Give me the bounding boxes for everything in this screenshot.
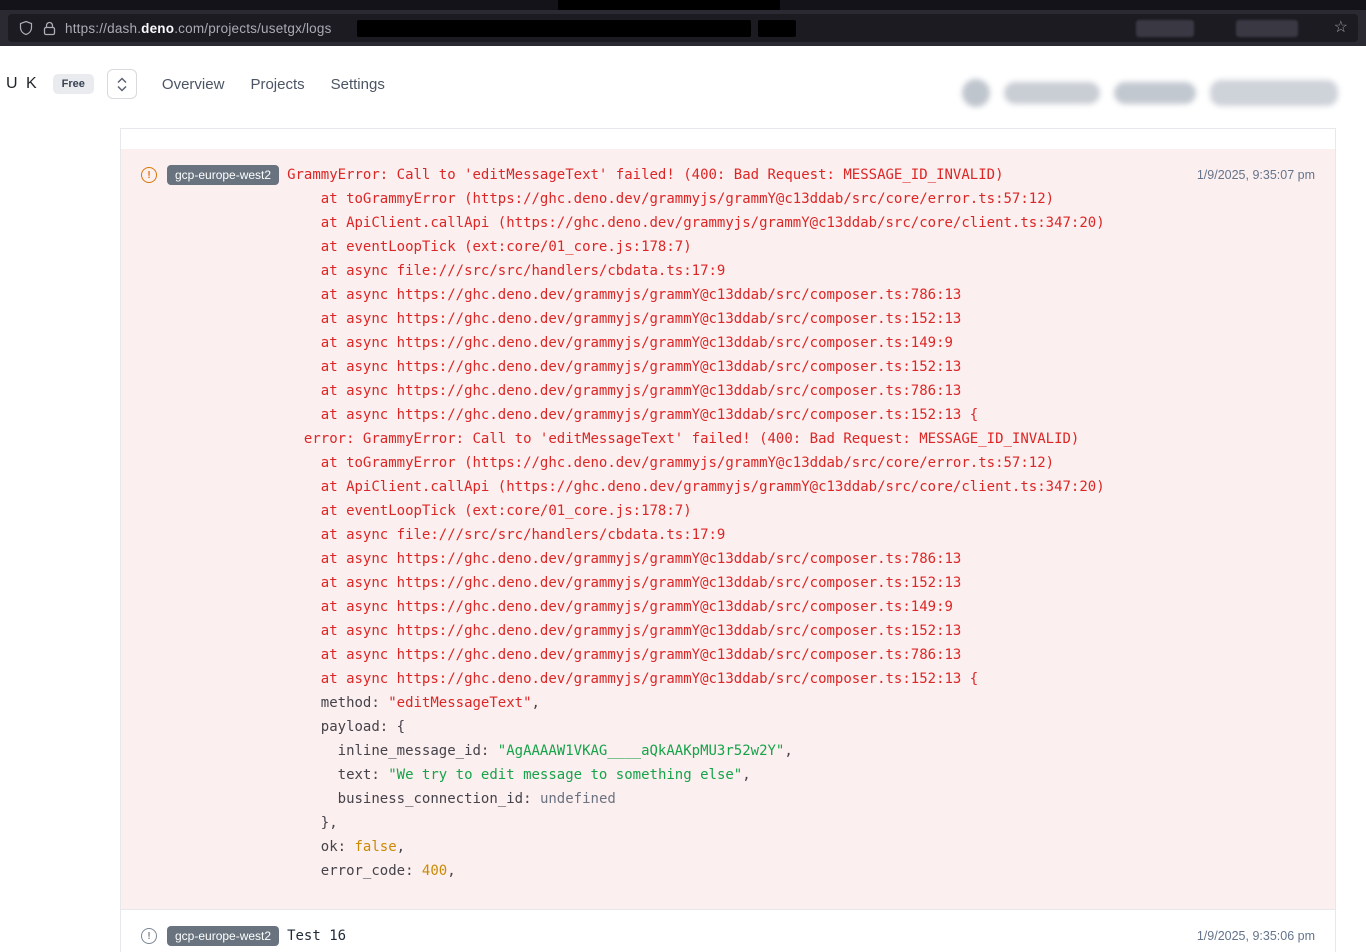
log-text-segment: "AgAAAAW1VKAG____aQkAAKpMU3r52w2Y"	[498, 743, 785, 759]
log-text-segment: at ApiClient.callApi (https://ghc.deno.d…	[287, 215, 1105, 231]
log-entry[interactable]: ! gcp-europe-west2 GrammyError: Call to 'e…	[121, 149, 1335, 909]
log-text-segment: GrammyError: Call to 'editMessageText' f…	[287, 167, 1003, 183]
log-text-segment: error: GrammyError: Call to 'editMessage…	[287, 431, 1079, 447]
browser-chrome: https://dash.deno.com/projects/usetgx/lo…	[0, 0, 1366, 46]
error-level-icon: !	[141, 167, 157, 183]
log-text-segment: at async https://ghc.deno.dev/grammyjs/g…	[287, 407, 978, 423]
region-badge: gcp-europe-west2	[167, 165, 279, 185]
nav-projects[interactable]: Projects	[250, 76, 304, 93]
log-entry[interactable]: ! gcp-europe-west2 Test 16 1/9/2025, 9:35:0…	[121, 909, 1335, 952]
log-text-segment: text:	[287, 767, 388, 783]
nav-overview[interactable]: Overview	[162, 76, 225, 93]
log-text-segment: at async https://ghc.deno.dev/grammyjs/g…	[287, 599, 953, 615]
log-message: GrammyError: Call to 'editMessageText' f…	[287, 163, 1181, 883]
log-text-segment: ,	[532, 695, 540, 711]
log-text-segment: at async file:///src/src/handlers/cbdata…	[287, 527, 725, 543]
log-timestamp: 1/9/2025, 9:35:06 pm	[1197, 924, 1315, 943]
log-text-segment: at async https://ghc.deno.dev/grammyjs/g…	[287, 623, 961, 639]
log-text-segment: ,	[784, 743, 792, 759]
url-scheme: https://dash.	[65, 21, 141, 36]
log-text-segment: Test 16	[287, 928, 346, 944]
url-text: https://dash.deno.com/projects/usetgx/lo…	[65, 21, 332, 36]
log-text-segment: payload: {	[287, 719, 405, 735]
log-panel[interactable]: ! gcp-europe-west2 GrammyError: Call to 'e…	[120, 128, 1336, 952]
org-name: U K	[6, 75, 39, 93]
log-text-segment: at async https://ghc.deno.dev/grammyjs/g…	[287, 383, 961, 399]
log-text-segment: at async https://ghc.deno.dev/grammyjs/g…	[287, 311, 961, 327]
url-path: .com/projects/usetgx/logs	[174, 21, 331, 36]
log-text-segment: false	[355, 839, 397, 855]
log-text-segment: undefined	[540, 791, 616, 807]
log-text-segment: at async https://ghc.deno.dev/grammyjs/g…	[287, 359, 961, 375]
log-text-segment: ok:	[287, 839, 354, 855]
log-text-segment: business_connection_id:	[287, 791, 540, 807]
log-text-segment: ,	[447, 863, 455, 879]
log-text-segment: at async https://ghc.deno.dev/grammyjs/g…	[287, 671, 978, 687]
redacted-tab-title	[558, 0, 780, 10]
redacted-url-segment-small	[758, 20, 796, 37]
org-switcher[interactable]: U K Free	[6, 69, 137, 99]
log-message: Test 16	[287, 924, 1181, 948]
log-text-segment: at async https://ghc.deno.dev/grammyjs/g…	[287, 575, 961, 591]
url-domain: deno	[141, 21, 174, 36]
log-text-segment: at async https://ghc.deno.dev/grammyjs/g…	[287, 335, 953, 351]
log-text-segment: at async https://ghc.deno.dev/grammyjs/g…	[287, 551, 961, 567]
log-text-segment: ,	[397, 839, 405, 855]
log-text-segment: 400	[422, 863, 447, 879]
log-text-segment: at eventLoopTick (ext:core/01_core.js:17…	[287, 503, 692, 519]
log-text-segment: },	[287, 815, 338, 831]
log-text-segment: "editMessageText"	[388, 695, 531, 711]
log-text-segment: method:	[287, 695, 388, 711]
log-list: ! gcp-europe-west2 GrammyError: Call to 'e…	[121, 149, 1335, 952]
bookmark-star-icon[interactable]: ☆	[1334, 20, 1348, 36]
url-bar-row: https://dash.deno.com/projects/usetgx/lo…	[0, 10, 1366, 46]
log-text-segment: "We try to edit message to something els…	[388, 767, 742, 783]
log-text-segment: at toGrammyError (https://ghc.deno.dev/g…	[287, 191, 1054, 207]
tab-strip[interactable]	[0, 0, 1366, 10]
nav-settings[interactable]: Settings	[331, 76, 385, 93]
org-switcher-chevron-icon[interactable]	[107, 69, 137, 99]
log-text-segment: ,	[742, 767, 750, 783]
redacted-header-item	[1114, 82, 1196, 104]
redacted-avatar	[962, 79, 990, 107]
log-text-segment: at toGrammyError (https://ghc.deno.dev/g…	[287, 455, 1054, 471]
log-text-segment: at async file:///src/src/handlers/cbdata…	[287, 263, 725, 279]
redacted-url-segment	[357, 20, 751, 37]
redacted-header-area	[962, 79, 1338, 107]
log-text-segment: error_code:	[287, 863, 422, 879]
redacted-toolbar-item	[1136, 20, 1194, 37]
redacted-header-item	[1210, 80, 1338, 106]
log-text-segment: at async https://ghc.deno.dev/grammyjs/g…	[287, 287, 961, 303]
redacted-toolbar-item	[1236, 20, 1298, 37]
log-text-segment: at async https://ghc.deno.dev/grammyjs/g…	[287, 647, 961, 663]
lock-icon[interactable]	[43, 21, 56, 36]
plan-badge: Free	[53, 74, 94, 94]
region-badge: gcp-europe-west2	[167, 926, 279, 946]
log-timestamp: 1/9/2025, 9:35:07 pm	[1197, 163, 1315, 182]
shield-icon[interactable]	[18, 20, 34, 36]
log-text-segment: inline_message_id:	[287, 743, 498, 759]
url-bar[interactable]: https://dash.deno.com/projects/usetgx/lo…	[8, 14, 1358, 42]
log-text-segment: at eventLoopTick (ext:core/01_core.js:17…	[287, 239, 692, 255]
log-text-segment: at ApiClient.callApi (https://ghc.deno.d…	[287, 479, 1105, 495]
site-header: U K Free Overview Projects Settings	[0, 46, 1366, 122]
main-nav: Overview Projects Settings	[162, 76, 385, 93]
redacted-header-item	[1004, 82, 1100, 104]
info-level-icon: !	[141, 928, 157, 944]
